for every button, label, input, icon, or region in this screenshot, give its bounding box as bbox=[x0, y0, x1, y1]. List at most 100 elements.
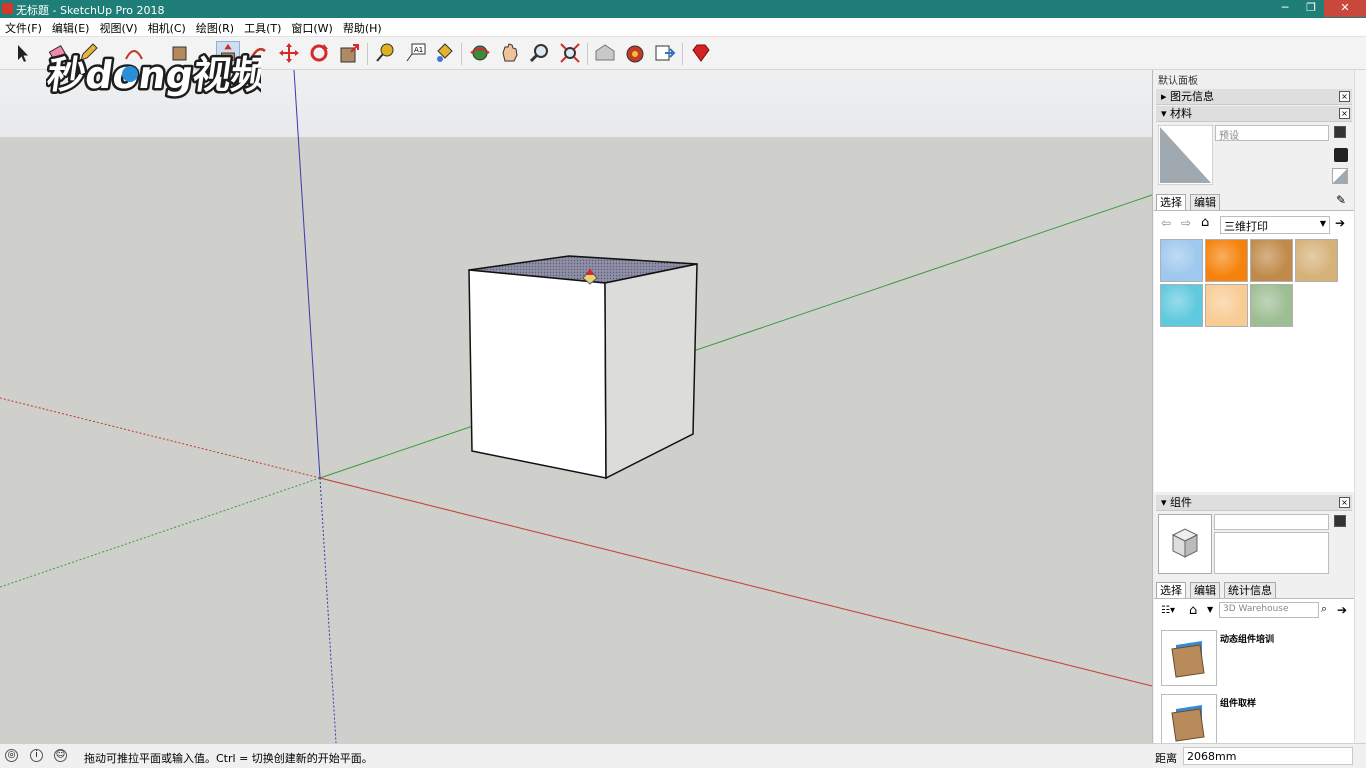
status-hint: 拖动可推拉平面或输入值。Ctrl = 切换创建新的开始平面。 bbox=[84, 752, 373, 765]
components-header[interactable]: ▾ 组件 × bbox=[1156, 495, 1352, 511]
minimize-button[interactable]: ─ bbox=[1272, 0, 1298, 17]
material-name-field[interactable]: 预设 bbox=[1215, 125, 1329, 142]
folder-icon bbox=[1171, 641, 1205, 678]
menu-file[interactable]: 文件(F) bbox=[0, 18, 47, 36]
entity-info-label: 图元信息 bbox=[1170, 90, 1215, 103]
component-name-field[interactable] bbox=[1214, 514, 1329, 530]
material-preview bbox=[1158, 125, 1213, 185]
ruby-icon[interactable] bbox=[689, 41, 713, 65]
view-options-icon[interactable]: ☷▾ bbox=[1161, 605, 1175, 616]
green-axis-negative bbox=[0, 477, 321, 588]
component-item-title[interactable]: 组件取样 bbox=[1220, 696, 1256, 709]
model-scene[interactable] bbox=[0, 70, 1152, 743]
entity-info-header[interactable]: ▸ 图元信息 × bbox=[1156, 89, 1352, 105]
materials-tab-select[interactable]: 选择 bbox=[1156, 194, 1186, 210]
components-nav-chevron-icon[interactable]: ▼ bbox=[1207, 605, 1213, 614]
components-tab-edit[interactable]: 编辑 bbox=[1190, 582, 1220, 598]
component-thumbnail[interactable] bbox=[1161, 694, 1217, 750]
material-swatch[interactable] bbox=[1160, 284, 1203, 327]
select-icon[interactable] bbox=[10, 41, 34, 65]
material-swatch[interactable] bbox=[1250, 239, 1293, 282]
move-icon[interactable] bbox=[277, 41, 301, 65]
materials-close-icon[interactable]: × bbox=[1339, 108, 1350, 119]
zoom-extents-icon[interactable] bbox=[558, 41, 582, 65]
paint-bucket-icon[interactable] bbox=[432, 41, 456, 65]
menu-window[interactable]: 窗口(W) bbox=[286, 18, 337, 36]
close-button[interactable]: ✕ bbox=[1324, 0, 1366, 17]
components-tab-select[interactable]: 选择 bbox=[1156, 582, 1186, 598]
material-library-select[interactable]: 三维打印 ▼ bbox=[1220, 216, 1330, 234]
component-thumbnail[interactable] bbox=[1161, 630, 1217, 686]
geo-location-icon[interactable]: ◎ bbox=[5, 749, 18, 762]
material-swatch[interactable] bbox=[1205, 284, 1248, 327]
cube-side-face bbox=[604, 263, 698, 480]
menu-camera[interactable]: 相机(C) bbox=[143, 18, 191, 36]
components-details-icon[interactable]: ➔ bbox=[1337, 603, 1347, 617]
user-icon[interactable]: ☺ bbox=[54, 749, 67, 762]
blue-axis bbox=[293, 70, 321, 479]
maximize-button[interactable]: ❐ bbox=[1298, 0, 1324, 17]
measurements-input[interactable]: 2068mm bbox=[1183, 747, 1353, 765]
share-icon[interactable] bbox=[653, 41, 677, 65]
menu-draw[interactable]: 绘图(R) bbox=[191, 18, 239, 36]
tray-title: 默认面板 bbox=[1153, 70, 1353, 87]
forward-arrow-icon[interactable]: ⇨ bbox=[1181, 216, 1191, 230]
orbit-icon[interactable] bbox=[468, 41, 492, 65]
components-close-icon[interactable]: × bbox=[1339, 497, 1350, 508]
default-tray: 默认面板 ▸ 图元信息 × ▾ 材料 × 预设 选择 编辑 ✎ ⇦ ⇨ ⌂ 三维打印… bbox=[1152, 70, 1366, 750]
text-icon[interactable]: A1 bbox=[404, 41, 428, 65]
sketchup-app-icon bbox=[2, 3, 13, 14]
home-icon[interactable]: ⌂ bbox=[1201, 215, 1209, 230]
zoom-icon[interactable] bbox=[528, 41, 552, 65]
watermark-logo: 秒dong视频 bbox=[46, 52, 261, 101]
materials-header[interactable]: ▾ 材料 × bbox=[1156, 106, 1352, 122]
menu-edit[interactable]: 编辑(E) bbox=[47, 18, 95, 36]
material-library-value: 三维打印 bbox=[1224, 220, 1268, 233]
chevron-down-icon: ▼ bbox=[1319, 219, 1326, 228]
components-tab-stats[interactable]: 统计信息 bbox=[1224, 582, 1276, 598]
blue-axis-negative bbox=[319, 477, 337, 743]
tape-measure-icon[interactable] bbox=[373, 41, 397, 65]
back-arrow-icon[interactable]: ⇦ bbox=[1161, 216, 1171, 230]
red-axis-negative bbox=[0, 397, 321, 479]
rotate-icon[interactable] bbox=[307, 41, 331, 65]
warehouse-search-input[interactable]: 3D Warehouse bbox=[1219, 602, 1319, 618]
component-cube-icon bbox=[1171, 528, 1199, 558]
measurements-label: 距离 bbox=[1155, 752, 1177, 765]
pan-icon[interactable] bbox=[498, 41, 522, 65]
cube-front-face bbox=[468, 269, 607, 479]
svg-text:A1: A1 bbox=[414, 46, 423, 54]
component-item-title[interactable]: 动态组件培训 bbox=[1220, 632, 1274, 645]
window-title: 无标题 - SketchUp Pro 2018 bbox=[16, 4, 165, 17]
menu-help[interactable]: 帮助(H) bbox=[338, 18, 387, 36]
status-bar: ◎ i ☺ 拖动可推拉平面或输入值。Ctrl = 切换创建新的开始平面。 距离 … bbox=[0, 743, 1366, 768]
svg-text:秒dong视频: 秒dong视频 bbox=[46, 54, 261, 98]
component-preview bbox=[1158, 514, 1212, 574]
materials-tab-edit[interactable]: 编辑 bbox=[1190, 194, 1220, 210]
component-options-icon[interactable] bbox=[1334, 515, 1346, 527]
info-icon[interactable]: i bbox=[30, 749, 43, 762]
material-swatch[interactable] bbox=[1160, 239, 1203, 282]
menu-view[interactable]: 视图(V) bbox=[94, 18, 142, 36]
components-home-icon[interactable]: ⌂ bbox=[1189, 603, 1197, 618]
material-swatch[interactable] bbox=[1250, 284, 1293, 327]
menu-tools[interactable]: 工具(T) bbox=[239, 18, 286, 36]
details-arrow-icon[interactable]: ➔ bbox=[1335, 216, 1345, 230]
create-material-icon[interactable] bbox=[1334, 126, 1346, 138]
warehouse-icon[interactable] bbox=[593, 41, 617, 65]
material-cube-icon[interactable] bbox=[1334, 148, 1348, 162]
eyedropper-icon[interactable]: ✎ bbox=[1336, 193, 1348, 207]
green-axis bbox=[319, 194, 1152, 479]
drawing-viewport[interactable] bbox=[0, 70, 1152, 743]
entity-info-close-icon[interactable]: × bbox=[1339, 91, 1350, 102]
component-description-field[interactable] bbox=[1214, 532, 1329, 574]
materials-label: 材料 bbox=[1170, 107, 1193, 120]
material-back-icon[interactable] bbox=[1332, 168, 1348, 184]
search-icon[interactable]: ⌕ bbox=[1321, 602, 1334, 618]
title-bar: 无标题 - SketchUp Pro 2018 ─ ❐ ✕ bbox=[0, 0, 1366, 18]
material-swatch[interactable] bbox=[1295, 239, 1338, 282]
material-swatch[interactable] bbox=[1205, 239, 1248, 282]
scale-icon[interactable] bbox=[338, 41, 362, 65]
tray-scrollbar[interactable] bbox=[1354, 70, 1366, 743]
extension-icon[interactable] bbox=[623, 41, 647, 65]
